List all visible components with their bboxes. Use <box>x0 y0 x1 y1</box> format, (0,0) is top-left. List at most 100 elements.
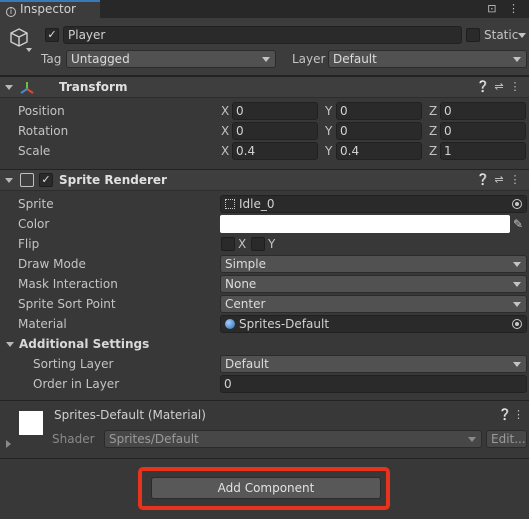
order-in-layer-label: Order in Layer <box>33 377 120 391</box>
sprite-sort-point-label: Sprite Sort Point <box>18 297 116 311</box>
material-sphere-icon <box>225 319 235 329</box>
position-y-axis[interactable]: Y <box>325 102 335 120</box>
material-foldout-icon[interactable] <box>6 440 11 448</box>
scale-y-axis[interactable]: Y <box>325 142 335 160</box>
highlight-box <box>138 467 390 510</box>
scale-label: Scale <box>18 144 51 158</box>
sorting-layer-value: Default <box>225 357 269 371</box>
transform-title: Transform <box>59 80 128 94</box>
rotation-x-axis[interactable]: X <box>221 122 231 140</box>
foldout-arrow-icon[interactable] <box>5 85 13 90</box>
color-label: Color <box>18 217 50 231</box>
material-value: Sprites-Default <box>239 317 330 331</box>
flip-y-checkbox[interactable] <box>251 237 265 251</box>
foldout-arrow-icon[interactable] <box>5 178 13 183</box>
flip-x-label: X <box>238 237 247 251</box>
icon-dropdown-arrow[interactable] <box>26 48 32 52</box>
static-checkbox[interactable] <box>466 28 480 42</box>
draw-mode-dropdown[interactable]: Simple <box>220 255 527 273</box>
more-options-icon[interactable]: ⋮ <box>507 80 523 93</box>
chevron-down-icon <box>513 362 521 367</box>
section-divider <box>0 458 529 459</box>
scale-z-axis[interactable]: Z <box>429 142 439 160</box>
sprite-asset-icon <box>225 199 235 209</box>
tab-options[interactable]: ⊡ ⋮ <box>487 2 523 15</box>
static-dropdown-arrow[interactable] <box>518 33 526 38</box>
rotation-x-field[interactable]: 0 <box>232 122 318 140</box>
position-x-axis[interactable]: X <box>221 102 231 120</box>
material-preview-swatch <box>19 411 43 435</box>
layer-dropdown[interactable]: Default <box>328 50 527 68</box>
more-options-icon[interactable]: ⋮ <box>513 408 524 421</box>
section-divider <box>0 400 529 401</box>
object-name-field[interactable]: Player <box>63 26 462 44</box>
scale-x-axis[interactable]: X <box>221 142 231 160</box>
sprite-sort-point-value: Center <box>225 297 266 311</box>
rotation-label: Rotation <box>18 124 69 138</box>
scale-z-field[interactable]: 1 <box>440 142 526 160</box>
shader-value: Sprites/Default <box>109 432 199 446</box>
material-field[interactable]: Sprites-Default <box>220 315 527 333</box>
eyedropper-icon[interactable]: ✎ <box>513 215 523 233</box>
position-x-field[interactable]: 0 <box>232 102 318 120</box>
more-options-icon[interactable]: ⋮ <box>507 173 523 186</box>
scale-y-field[interactable]: 0.4 <box>336 142 422 160</box>
shader-edit-label: Edit... <box>491 432 526 446</box>
rotation-y-axis[interactable]: Y <box>325 122 335 140</box>
rotation-y-field[interactable]: 0 <box>336 122 422 140</box>
sorting-layer-dropdown[interactable]: Default <box>220 355 527 373</box>
object-picker-icon[interactable] <box>512 319 522 329</box>
rotation-z-axis[interactable]: Z <box>429 122 439 140</box>
flip-y-label: Y <box>268 237 276 251</box>
sprite-field[interactable]: Idle_0 <box>220 195 527 213</box>
flip-label: Flip <box>18 237 40 251</box>
transform-header[interactable]: Transform ❔ ⇌ ⋮ <box>0 76 529 98</box>
additional-settings-foldout-icon[interactable] <box>6 342 14 347</box>
color-swatch[interactable] <box>220 215 510 233</box>
rotation-z-field[interactable]: 0 <box>440 122 526 140</box>
tag-label: Tag <box>41 52 62 66</box>
layer-value: Default <box>333 52 377 66</box>
sprite-value: Idle_0 <box>239 197 275 211</box>
order-in-layer-field[interactable]: 0 <box>220 375 527 393</box>
component-header-icons: ❔ ⇌ ⋮ <box>475 173 523 186</box>
position-z-field[interactable]: 0 <box>440 102 526 120</box>
help-icon[interactable]: ❔ <box>475 173 491 186</box>
sprite-renderer-enabled-checkbox[interactable]: ✓ <box>39 173 53 187</box>
shader-dropdown[interactable]: Sprites/Default <box>104 430 482 448</box>
additional-settings-label[interactable]: Additional Settings <box>19 335 149 353</box>
chevron-down-icon <box>513 262 521 267</box>
flip-x-checkbox[interactable] <box>221 237 235 251</box>
tab-inspector[interactable]: i Inspector <box>0 0 100 18</box>
scale-x-field[interactable]: 0.4 <box>232 142 318 160</box>
active-checkbox[interactable]: ✓ <box>45 28 59 42</box>
help-icon[interactable]: ❔ <box>497 408 513 421</box>
object-picker-icon[interactable] <box>512 199 522 209</box>
tab-bar: i Inspector ⊡ ⋮ <box>0 0 529 18</box>
mask-interaction-dropdown[interactable]: None <box>220 275 527 293</box>
sprite-renderer-header[interactable]: ✓ Sprite Renderer ❔ ⇌ ⋮ <box>0 169 529 191</box>
tab-inspector-label: Inspector <box>20 2 76 16</box>
material-label: Material <box>18 317 67 331</box>
position-z-axis[interactable]: Z <box>429 102 439 120</box>
chevron-down-icon <box>513 302 521 307</box>
presets-icon[interactable]: ⇌ <box>491 80 507 93</box>
object-header: ✓ Player Static Tag Untagged Layer Defau… <box>0 18 529 76</box>
sprite-label: Sprite <box>18 197 54 211</box>
presets-icon[interactable]: ⇌ <box>491 173 507 186</box>
position-label: Position <box>18 104 65 118</box>
draw-mode-label: Draw Mode <box>18 257 86 271</box>
gameobject-cube-icon <box>10 28 28 47</box>
draw-mode-value: Simple <box>225 257 266 271</box>
material-header-icons: ❔⋮ <box>497 408 524 421</box>
transform-axes-icon <box>20 82 34 94</box>
static-label: Static <box>484 28 519 42</box>
material-title: Sprites-Default (Material) <box>54 408 206 422</box>
help-icon[interactable]: ❔ <box>475 80 491 93</box>
position-y-field[interactable]: 0 <box>336 102 422 120</box>
chevron-down-icon <box>513 57 521 62</box>
info-icon: i <box>6 7 16 17</box>
shader-edit-button[interactable]: Edit... <box>486 430 527 448</box>
sprite-sort-point-dropdown[interactable]: Center <box>220 295 527 313</box>
tag-dropdown[interactable]: Untagged <box>66 50 276 68</box>
